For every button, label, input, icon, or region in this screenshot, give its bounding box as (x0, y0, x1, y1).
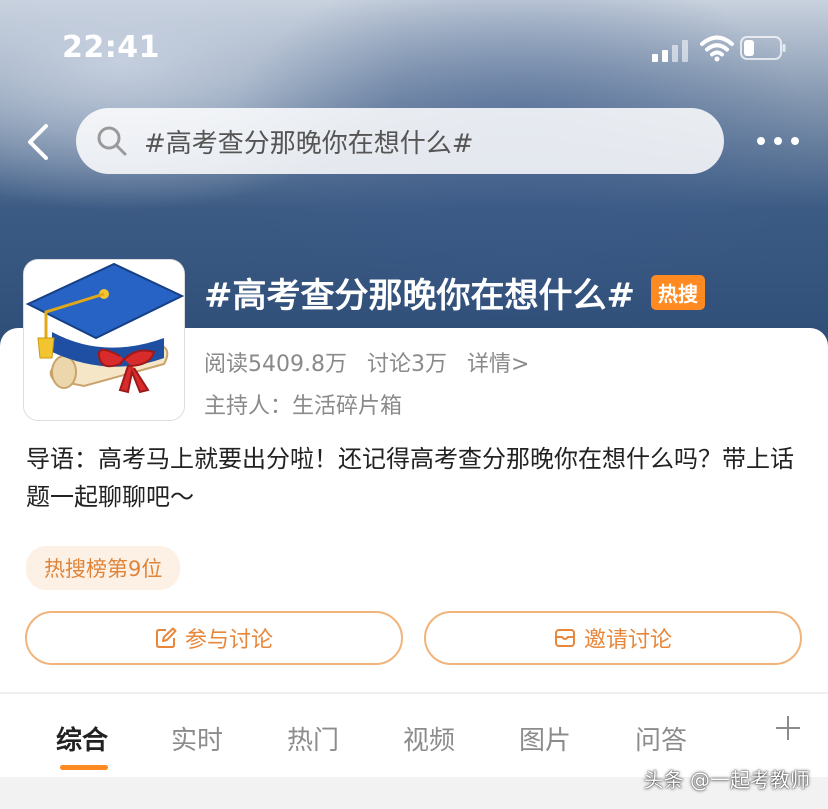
tab-qa[interactable]: 问答 (635, 720, 687, 757)
edit-icon (155, 627, 177, 648)
wifi-icon (700, 35, 734, 62)
discussion-count: 讨论3万 (366, 352, 447, 377)
watermark: 头条 @一起考教师 (643, 768, 810, 792)
battery-icon (740, 36, 786, 60)
back-icon[interactable] (22, 122, 54, 162)
topic-avatar-graduation-cap (24, 260, 184, 420)
tab-popular[interactable]: 热门 (287, 720, 339, 757)
details-link[interactable]: 详情> (467, 346, 529, 378)
read-count: 阅读5409.8万 (204, 352, 347, 377)
host-name[interactable]: 生活碎片箱 (292, 388, 402, 420)
more-options-icon[interactable] (755, 128, 801, 154)
topic-title: #高考查分那晚你在想什么# (204, 276, 635, 316)
tab-video[interactable]: 视频 (403, 720, 455, 757)
tab-comprehensive[interactable]: 综合 (56, 720, 108, 757)
join-discussion-label: 参与讨论 (184, 628, 273, 653)
topic-stats: 阅读5409.8万 讨论3万 详情> (204, 346, 529, 378)
hot-search-badge: 热搜 (651, 275, 705, 310)
topic-intro: 导语：高考马上就要出分啦！还记得高考查分那晚你在想什么吗？带上话题一起聊聊吧～ (26, 445, 794, 511)
plus-icon[interactable] (774, 714, 802, 742)
search-icon (97, 126, 127, 156)
invite-discussion-button[interactable]: 邀请讨论 (424, 611, 802, 665)
invite-discussion-label: 邀请讨论 (583, 628, 672, 653)
tab-images[interactable]: 图片 (519, 720, 571, 757)
tab-realtime[interactable]: 实时 (171, 720, 223, 757)
active-tab-indicator (60, 765, 108, 770)
host-label: 主持人： (204, 394, 293, 419)
status-time: 22:41 (62, 30, 160, 65)
invite-envelope-icon (554, 629, 575, 647)
search-bar[interactable]: #高考查分那晚你在想什么# (76, 108, 724, 174)
join-discussion-button[interactable]: 参与讨论 (25, 611, 403, 665)
hot-rank-chip[interactable]: 热搜榜第9位 (26, 546, 181, 590)
cellular-signal-icon (652, 38, 692, 62)
search-query: #高考查分那晚你在想什么# (144, 128, 474, 159)
topic-host: 主持人： 生活碎片箱 (204, 388, 402, 420)
